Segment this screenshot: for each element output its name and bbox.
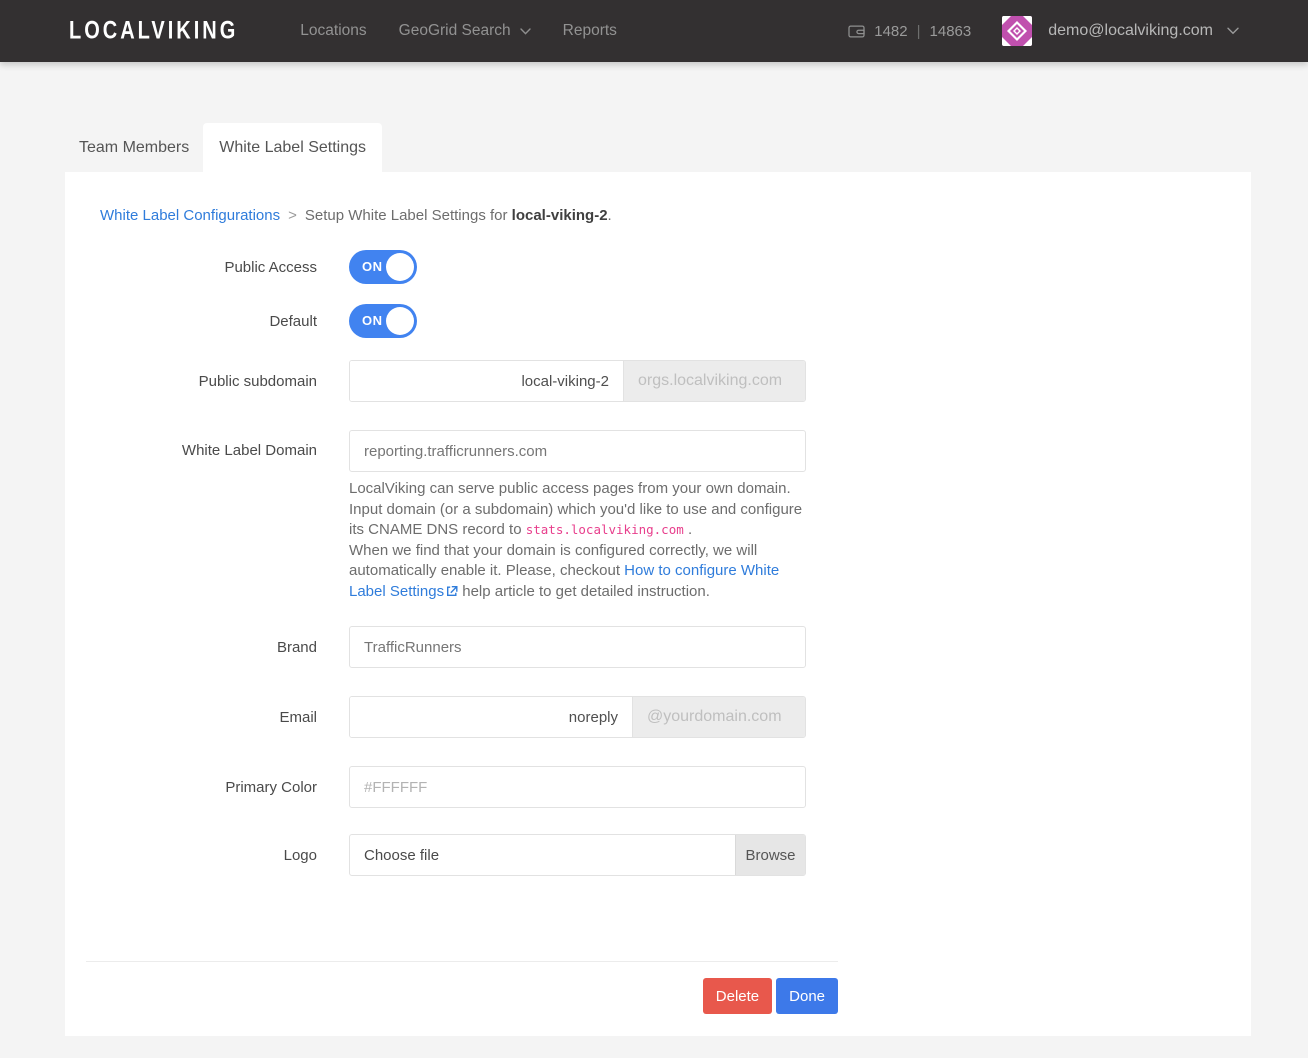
browse-button[interactable]: Browse [735, 835, 805, 875]
toggle-knob [386, 253, 414, 281]
public-access-label: Public Access [86, 259, 349, 276]
default-label: Default [86, 313, 349, 330]
primary-color-label: Primary Color [86, 779, 349, 796]
breadcrumb-separator: > [288, 207, 297, 224]
email-label: Email [86, 709, 349, 726]
breadcrumb: White Label Configurations > Setup White L… [100, 207, 1251, 224]
user-email[interactable]: demo@localviking.com [1048, 22, 1213, 40]
email-domain-addon: @yourdomain.com [632, 697, 805, 737]
localviking-logo[interactable]: LOCALVIKING [69, 17, 238, 46]
email-local-part-input[interactable] [350, 697, 632, 737]
choose-file-text: Choose file [350, 835, 735, 875]
counter-second: 14863 [930, 23, 972, 40]
breadcrumb-link-configurations[interactable]: White Label Configurations [100, 207, 280, 224]
breadcrumb-current: Setup White Label Settings for [305, 207, 508, 224]
done-button[interactable]: Done [776, 978, 838, 1014]
white-label-panel: White Label Configurations > Setup White L… [65, 172, 1251, 1036]
tab-team-members[interactable]: Team Members [65, 123, 203, 172]
public-subdomain-label: Public subdomain [86, 373, 349, 390]
footer-actions: Delete Done [86, 978, 838, 1014]
default-toggle[interactable]: ON [349, 304, 417, 338]
white-label-domain-label: White Label Domain [86, 430, 349, 459]
public-subdomain-input[interactable] [350, 361, 623, 401]
settings-tabs: Team Members White Label Settings [65, 123, 1308, 172]
counter-first: 1482 [874, 23, 907, 40]
logo-file-input[interactable]: Choose file Browse [349, 834, 806, 876]
domain-help-text: LocalViking can serve public access page… [349, 479, 806, 603]
white-label-domain-input[interactable] [349, 430, 806, 472]
nav-item-locations[interactable]: Locations [300, 22, 366, 40]
counter-divider: | [917, 23, 921, 40]
external-link-icon [446, 583, 458, 604]
brand-input[interactable] [349, 626, 806, 668]
brand-label: Brand [86, 639, 349, 656]
chevron-down-icon [520, 28, 531, 35]
white-label-form: Public Access ON Default ON Public subdo… [86, 250, 838, 1014]
logo-label: Logo [86, 847, 349, 864]
nav-item-geogrid-search[interactable]: GeoGrid Search [399, 22, 531, 40]
top-navbar: LOCALVIKING Locations GeoGrid Search Rep… [0, 0, 1308, 62]
breadcrumb-org-name: local-viking-2 [512, 207, 608, 224]
subdomain-addon: orgs.localviking.com [623, 361, 805, 401]
user-avatar[interactable] [1002, 16, 1032, 46]
cname-target-code: stats.localviking.com [526, 522, 684, 537]
delete-button[interactable]: Delete [703, 978, 772, 1014]
wallet-icon [848, 24, 865, 39]
footer-divider [86, 961, 838, 962]
main-nav: Locations GeoGrid Search Reports [300, 22, 617, 40]
tab-white-label-settings[interactable]: White Label Settings [203, 123, 382, 172]
toggle-knob [386, 307, 414, 335]
nav-item-reports[interactable]: Reports [563, 22, 617, 40]
credit-counters: 1482 | 14863 [848, 23, 971, 40]
user-menu-chevron-icon[interactable] [1227, 27, 1239, 35]
public-access-toggle[interactable]: ON [349, 250, 417, 284]
primary-color-input[interactable] [349, 766, 806, 808]
